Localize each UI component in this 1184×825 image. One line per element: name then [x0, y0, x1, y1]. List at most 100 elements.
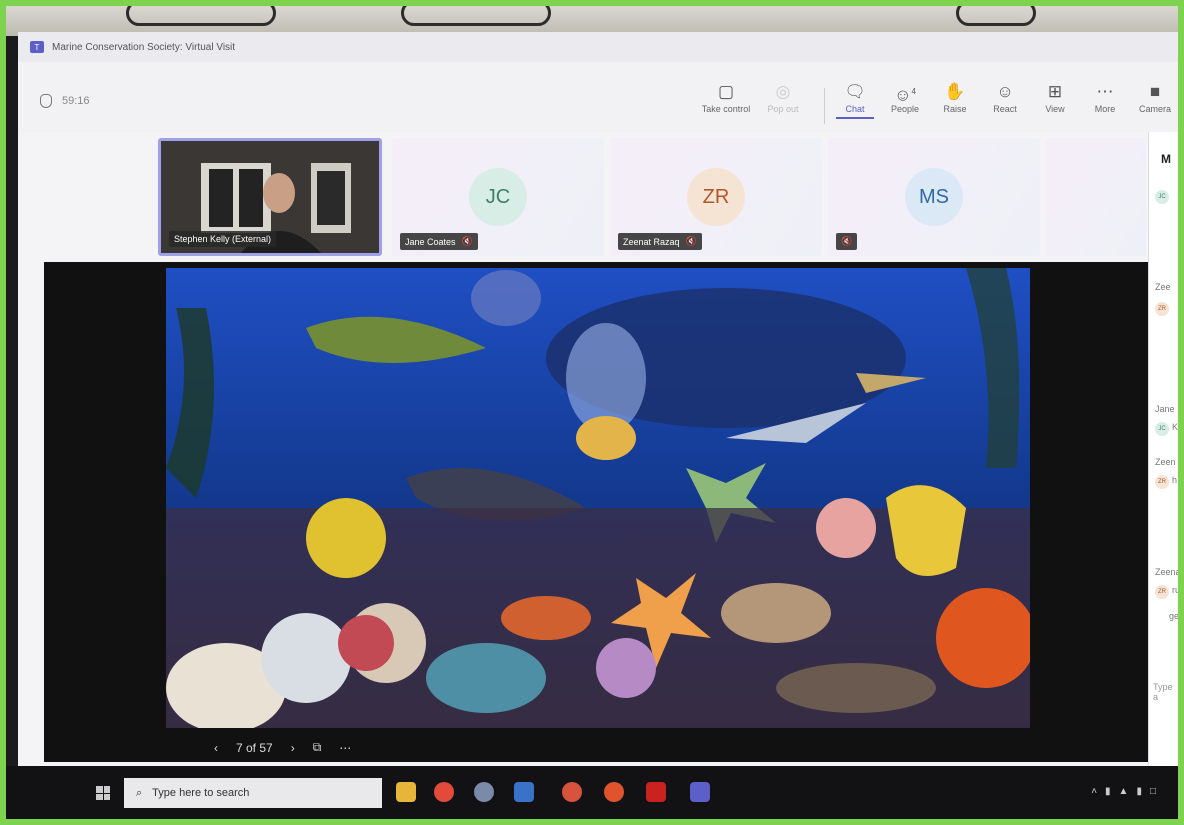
react-label: React — [993, 104, 1017, 114]
chat-panel: M JC Zee ZR Jane JCK Zeen ZRh Zeena ZRru… — [1148, 132, 1178, 772]
chat-message-row: JC K — [1155, 422, 1178, 436]
chat-text: h — [1172, 475, 1178, 485]
raise-hand-button[interactable]: ✋ Raise — [930, 80, 980, 114]
raise-hand-icon: ✋ — [944, 82, 966, 101]
more-dots-icon[interactable]: ⋯ — [339, 741, 351, 755]
chat-message: Zee ZR — [1155, 282, 1171, 316]
avatar: JC — [1155, 422, 1169, 436]
decor-doodle — [956, 6, 1036, 26]
participant-strip: Stephen Kelly (External) JC Jane Coates … — [18, 132, 1158, 262]
file-explorer-icon[interactable] — [396, 782, 416, 802]
chat-sender: Zeena — [1155, 567, 1178, 577]
chat-sender: Zee — [1155, 282, 1171, 292]
chat-message: Zeena ZRrui ge — [1155, 567, 1178, 621]
meeting-timer: 59:16 — [40, 94, 90, 108]
acrobat-icon[interactable] — [646, 782, 666, 802]
take-control-label: Take control — [701, 104, 751, 114]
take-control-icon: ▢ — [717, 82, 735, 101]
avatar: ZR — [1155, 475, 1169, 489]
view-icon: ⊞ — [1047, 82, 1063, 101]
shared-screen-stage: ‹ 7 of 57 › ⧉ ⋯ — [44, 262, 1148, 762]
pop-out-icon: ◎ — [775, 82, 791, 101]
people-icon: ☺4 — [894, 85, 916, 105]
presentation-slide — [166, 268, 1030, 728]
avatar: JC — [1155, 190, 1169, 204]
meeting-toolbar: 59:16 ▢ Take control ◎ Pop out 🗨 Chat ☺4… — [18, 62, 1178, 132]
camera-icon: ■ — [1149, 82, 1161, 101]
participant-name-tag: Zeenat Razaq 🔇 — [618, 233, 702, 250]
chat-message-row: ZR h — [1155, 475, 1177, 489]
people-label: People — [890, 104, 920, 114]
taskbar-search-input[interactable]: ⌕ Type here to search — [124, 778, 382, 808]
avatar: ZR — [1155, 585, 1169, 599]
chat-message: Jane JC K — [1155, 404, 1178, 436]
chat-compose-input[interactable]: Type a — [1153, 682, 1178, 702]
raise-label: Raise — [943, 104, 967, 114]
next-slide-button[interactable]: › — [291, 741, 295, 755]
prev-slide-button[interactable]: ‹ — [214, 741, 218, 755]
participant-tile[interactable]: JC Jane Coates 🔇 — [392, 138, 604, 256]
chat-text: rui — [1172, 585, 1178, 595]
chat-message: Zeen ZR h — [1155, 457, 1177, 489]
title-bar: T Marine Conservation Society: Virtual V… — [18, 32, 1178, 62]
chat-label: Chat — [845, 104, 865, 114]
take-control-button[interactable]: ▢ Take control — [701, 80, 751, 114]
pop-out-label: Pop out — [767, 104, 799, 114]
participant-tile-empty — [1046, 138, 1146, 256]
window-title: Marine Conservation Society: Virtual Vis… — [52, 41, 236, 53]
chat-panel-heading: M — [1161, 152, 1171, 166]
avatar: ZR — [687, 168, 745, 226]
notepad-icon[interactable] — [514, 782, 534, 802]
participant-name: Stephen Kelly (External) — [174, 234, 272, 244]
chat-sender: Jane — [1155, 404, 1175, 414]
teams-window: T Marine Conservation Society: Virtual V… — [18, 32, 1178, 792]
participant-name: Jane Coates — [405, 236, 456, 247]
people-count: 4 — [911, 87, 916, 96]
system-tray[interactable]: ˄▮▲▮□ — [1091, 786, 1164, 797]
view-button[interactable]: ⊞ View — [1030, 80, 1080, 114]
chrome-profile-icon[interactable] — [562, 782, 582, 802]
more-icon: ⋯ — [1096, 82, 1114, 101]
participant-tile-video[interactable]: Stephen Kelly (External) — [158, 138, 382, 256]
chat-text: K — [1172, 422, 1178, 432]
chrome-icon[interactable] — [434, 782, 454, 802]
powerpoint-icon[interactable] — [604, 782, 624, 802]
participant-tile[interactable]: MS 🔇 — [828, 138, 1040, 256]
view-label: View — [1045, 104, 1065, 114]
timer-text: 59:16 — [62, 95, 90, 107]
grid-icon[interactable]: ⧉ — [313, 740, 322, 755]
app-icon[interactable] — [474, 782, 494, 802]
avatar: MS — [905, 168, 963, 226]
camera-button[interactable]: ■ Camera — [1130, 80, 1178, 114]
participant-tile[interactable]: ZR Zeenat Razaq 🔇 — [610, 138, 822, 256]
slide-counter: 7 of 57 — [236, 740, 273, 755]
teams-icon[interactable] — [690, 782, 710, 802]
react-icon: ☺ — [996, 82, 1014, 101]
participant-name-tag: Stephen Kelly (External) — [169, 231, 277, 247]
seabed-illustration — [166, 268, 1030, 728]
chat-text: ge — [1169, 611, 1178, 621]
more-label: More — [1094, 104, 1116, 114]
decor-doodle — [126, 6, 276, 26]
more-button[interactable]: ⋯ More — [1080, 80, 1130, 114]
react-button[interactable]: ☺ React — [980, 80, 1030, 114]
mic-off-icon: 🔇 — [461, 236, 473, 246]
mic-off-icon: 🔇 — [841, 236, 853, 246]
chat-button[interactable]: 🗨 Chat — [830, 80, 880, 119]
avatar: JC — [469, 168, 527, 226]
pop-out-button[interactable]: ◎ Pop out — [758, 80, 808, 114]
slide-navigation: ‹ 7 of 57 › ⧉ ⋯ — [214, 740, 351, 755]
photo-frame: T Marine Conservation Society: Virtual V… — [6, 6, 1178, 819]
shield-icon — [40, 94, 52, 108]
teams-logo-icon: T — [30, 41, 44, 53]
search-icon: ⌕ — [136, 786, 143, 799]
participant-name-tag: 🔇 — [836, 233, 858, 250]
windows-taskbar: ⌕ Type here to search ˄▮▲▮□ — [6, 766, 1178, 819]
chat-message: JC — [1155, 190, 1169, 204]
avatar: ZR — [1155, 302, 1169, 316]
chat-sender: Zeen — [1155, 457, 1176, 467]
chat-message-row: ZRrui — [1155, 585, 1178, 599]
windows-icon[interactable] — [96, 786, 110, 800]
people-button[interactable]: ☺4 People — [880, 80, 930, 114]
camera-label: Camera — [1138, 104, 1171, 114]
